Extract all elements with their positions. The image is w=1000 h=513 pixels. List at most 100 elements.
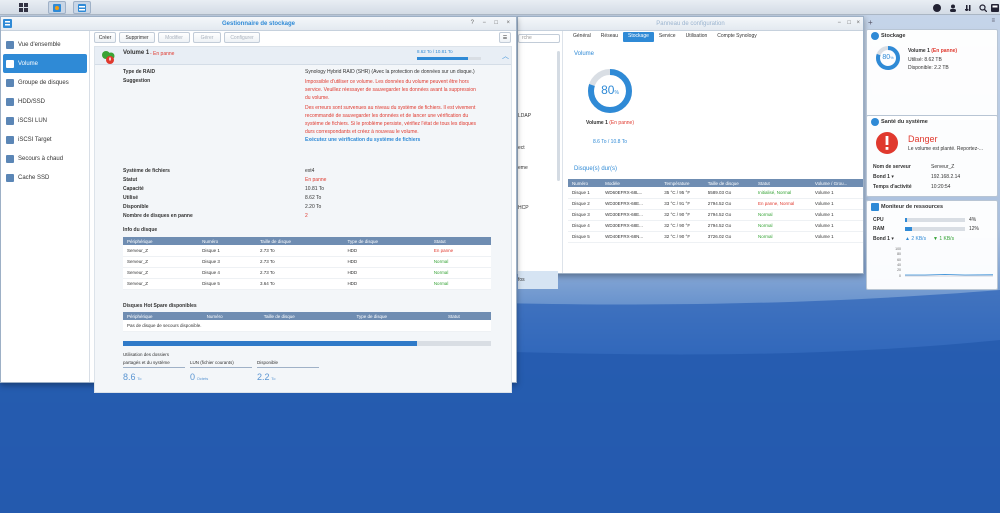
configure-button[interactable]: Configurer [224, 32, 260, 43]
table-cell: 35 °C / 95 °F [660, 187, 704, 199]
column-header[interactable]: Périphérique [123, 237, 199, 245]
monitor-widget-icon [871, 203, 879, 211]
modify-button[interactable]: Modifier [158, 32, 190, 43]
empty-message: Pas de disque de secours disponible. [123, 320, 491, 332]
maximize-icon[interactable]: □ [494, 20, 498, 26]
sidebar-item-info[interactable]: fos [518, 271, 558, 289]
package-center-icon[interactable] [48, 1, 66, 14]
tab-storage[interactable]: Stockage [623, 32, 654, 42]
storage-widget-percent: 80% [882, 54, 894, 61]
widget-menu-icon[interactable]: ≡ [991, 18, 995, 24]
stat-divider [190, 367, 252, 368]
disk-row[interactable]: Disque 5 WD40EFRX-68N... 32 °C / 90 °F 3726… [568, 231, 863, 243]
minimize-icon[interactable]: − [837, 20, 841, 26]
widget-title: Santé du système [867, 116, 997, 128]
tab-synology-account[interactable]: Compte Synology [712, 32, 761, 42]
disk-row[interactable]: Serveur_Z Disque 1 2.73 To HDD En panne [123, 245, 491, 257]
table-cell: Normal [753, 231, 811, 243]
sidebar-item-hdd[interactable]: HDD/SSD [1, 92, 89, 111]
tab-network[interactable]: Réseau [596, 32, 623, 42]
ram-bar-fill [905, 227, 913, 231]
chat-icon[interactable] [930, 1, 944, 14]
network-label[interactable]: Bond 1 ▾ [873, 236, 894, 242]
volume-usage-fill [417, 57, 469, 60]
monitor-widget-title: Moniteur de ressources [881, 204, 944, 210]
column-header[interactable]: Taille de disque [703, 179, 754, 187]
disk-row[interactable]: Disque 1 WD60EFRX-68L... 35 °C / 95 °F 5589… [568, 187, 863, 199]
sidebar-item-direct[interactable]: ect [518, 145, 525, 151]
column-header[interactable]: Numéro [198, 237, 256, 245]
sidebar-item-disk-group[interactable]: Groupe de disques [1, 73, 89, 92]
y-tick-label: 20 [897, 268, 901, 273]
config-panel-titlebar[interactable]: Panneau de configuration − □ × [518, 17, 863, 31]
column-header[interactable]: Numéro [568, 179, 602, 187]
column-header[interactable]: Type de disque [352, 312, 445, 320]
table-cell: Normal [753, 209, 811, 221]
table-cell: Disque 4 [198, 267, 256, 279]
donut-percent: 80% [601, 83, 619, 97]
manage-button[interactable]: Gérer [193, 32, 221, 43]
y-tick-label: 40 [897, 262, 901, 267]
column-header[interactable]: Statut [753, 179, 811, 187]
column-header[interactable]: Volume / Grou... [810, 179, 863, 187]
disk-row[interactable]: Serveur_Z Disque 5 3.64 To HDD Normal [123, 278, 491, 290]
sidebar-item-dhcp[interactable]: HCP [518, 205, 529, 211]
disk-row[interactable]: Disque 2 WD30EFRX-68E... 33 °C / 91 °F 2794… [568, 198, 863, 210]
disk-row[interactable]: Serveur_Z Disque 3 2.73 To HDD Normal [123, 256, 491, 268]
table-cell: WD30EFRX-68E... [601, 220, 661, 232]
disk-row[interactable]: Disque 4 WD30EFRX-68E... 32 °C / 90 °F 2794… [568, 220, 863, 232]
disk-row[interactable]: Serveur_Z Disque 4 2.73 To HDD Normal [123, 267, 491, 279]
sidebar-item-hotspare[interactable]: Secours à chaud [1, 149, 89, 168]
user-icon[interactable] [946, 1, 960, 14]
storage-manager-icon[interactable] [73, 1, 91, 14]
column-header[interactable]: Type de disque [343, 237, 430, 245]
list-view-icon[interactable]: ☰ [499, 32, 511, 43]
tab-usage[interactable]: Utilisation [681, 32, 713, 42]
volume-header[interactable]: Volume 1 - En panne 8.62 To / 10.81 To ︿ [95, 47, 511, 65]
storage-manager-titlebar[interactable]: Gestionnaire de stockage ? − □ × [1, 17, 516, 31]
table-cell: Volume 1 [810, 231, 863, 243]
column-header[interactable]: Modèle [601, 179, 661, 187]
disk-row[interactable]: Disque 3 WD30EFRX-68E... 32 °C / 90 °F 2794… [568, 209, 863, 221]
help-icon[interactable]: ? [471, 20, 474, 26]
health-detail-label[interactable]: Bond 1 ▾ [873, 174, 894, 180]
column-header[interactable]: Température [660, 179, 704, 187]
add-widget-icon[interactable]: + [868, 18, 873, 27]
minimize-icon[interactable]: − [482, 20, 486, 26]
delete-button[interactable]: Supprimer [119, 32, 155, 43]
column-header[interactable]: Taille de disque [255, 237, 344, 245]
options-icon[interactable] [962, 1, 976, 14]
sidebar-item-theme[interactable]: eme [518, 165, 528, 171]
cpu-label: CPU [873, 217, 884, 223]
scrollbar[interactable] [557, 51, 560, 181]
table-cell: 33 °C / 91 °F [660, 198, 704, 210]
column-header[interactable]: Taille de disque [259, 312, 353, 320]
health-widget: Santé du système Danger Le volume est pl… [866, 115, 998, 197]
grid-icon[interactable] [14, 1, 32, 14]
sidebar-item-cache[interactable]: Cache SSD [1, 168, 89, 187]
table-cell: HDD [343, 245, 430, 257]
widgets-icon[interactable] [988, 1, 1000, 14]
filesystem-check-link[interactable]: Exécutez une vérification du système de … [305, 136, 505, 144]
used-label: Utilisé [123, 195, 139, 201]
storage-widget-icon [871, 32, 879, 40]
column-header[interactable]: Périphérique [123, 312, 203, 320]
collapse-icon[interactable]: ︿ [502, 51, 509, 61]
table-cell: 2.73 To [255, 256, 344, 268]
search-input[interactable]: rche [518, 34, 560, 43]
sidebar-item-volume[interactable]: Volume [3, 54, 87, 73]
sidebar-item-ldap[interactable]: LDAP [518, 113, 531, 119]
maximize-icon[interactable]: □ [847, 20, 851, 26]
sidebar-item-overview[interactable]: Vue d'ensemble [1, 35, 89, 54]
create-button[interactable]: Créer [94, 32, 116, 43]
tab-service[interactable]: Service [654, 32, 681, 42]
close-icon[interactable]: × [506, 20, 510, 26]
column-header[interactable]: Numéro [202, 312, 260, 320]
column-header[interactable]: Statut [429, 237, 491, 245]
storage-widget-title: Stockage [881, 33, 906, 39]
column-header[interactable]: Statut [444, 312, 491, 320]
sidebar-item-lun[interactable]: iSCSI LUN [1, 111, 89, 130]
tab-general[interactable]: Général [568, 32, 596, 42]
sidebar-item-target[interactable]: iSCSI Target [1, 130, 89, 149]
close-icon[interactable]: × [856, 20, 860, 26]
